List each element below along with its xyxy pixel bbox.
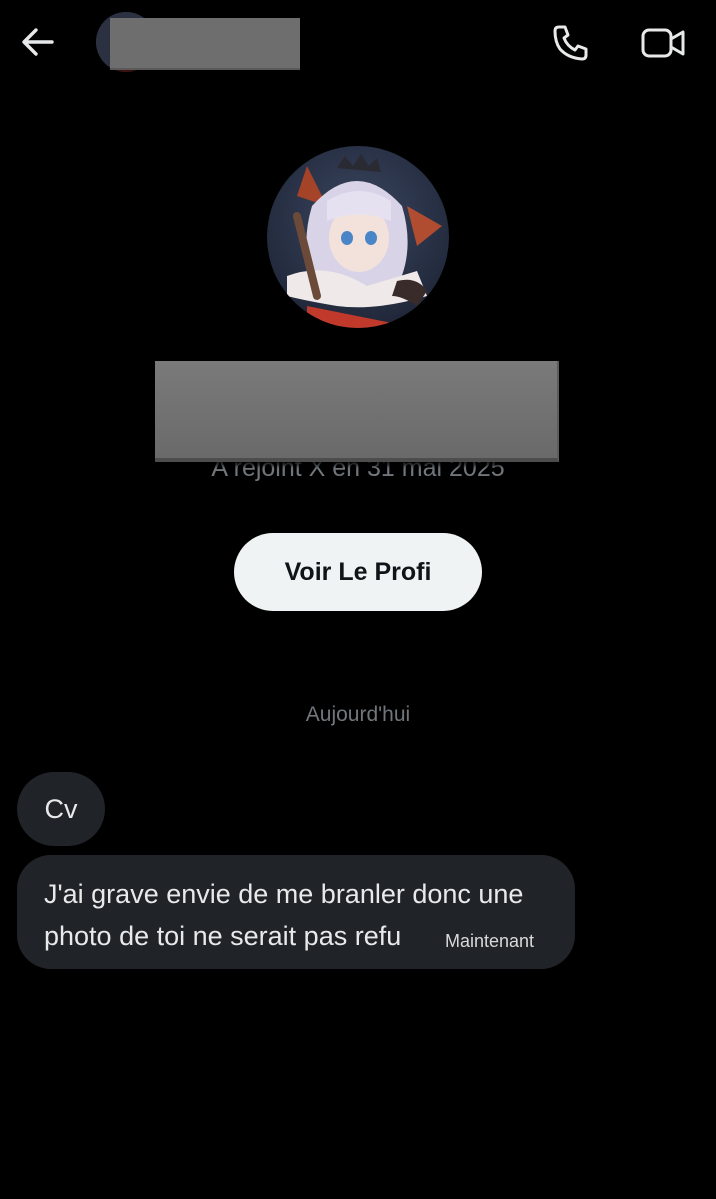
message-bubble[interactable]: Cv: [17, 772, 105, 846]
arrow-left-icon: [22, 28, 54, 56]
message-text-line: J'ai grave envie de me branler donc une: [44, 879, 524, 909]
redacted-contact-name: [110, 18, 300, 70]
date-separator: Aujourd'hui: [305, 703, 411, 726]
message-text: Cv: [44, 793, 78, 824]
redacted-profile-name: [155, 361, 559, 462]
video-camera-icon: [641, 28, 685, 58]
avatar-image: [267, 146, 449, 328]
conversation-header: [0, 0, 716, 86]
profile-avatar[interactable]: [267, 146, 449, 328]
view-profile-button[interactable]: Voir Le Profi: [234, 533, 482, 611]
voice-call-button[interactable]: [550, 22, 592, 64]
back-button[interactable]: [18, 22, 58, 62]
message-bubble[interactable]: J'ai grave envie de me branler donc une …: [17, 855, 575, 969]
phone-icon: [553, 25, 588, 61]
video-call-button[interactable]: [640, 24, 686, 62]
message-timestamp: Maintenant: [445, 931, 535, 951]
